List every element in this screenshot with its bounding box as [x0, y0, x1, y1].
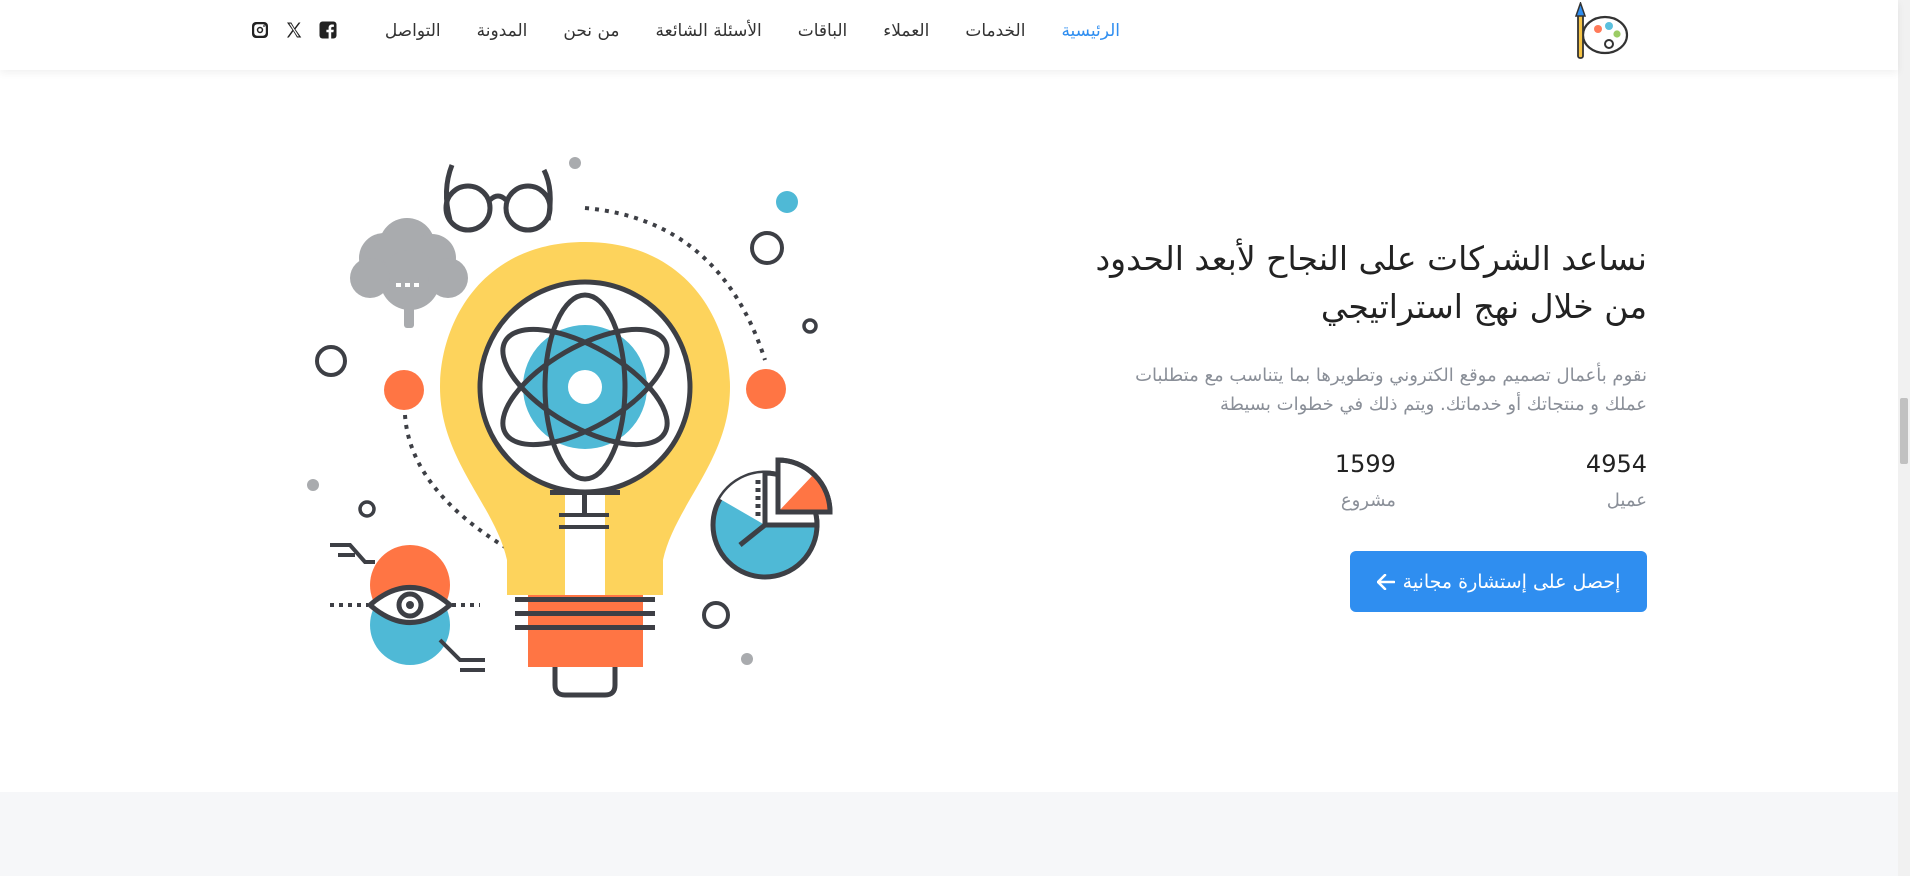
arrow-left-icon	[1376, 573, 1395, 590]
nav-item-faq[interactable]: الأسئلة الشائعة	[638, 21, 780, 41]
hero-title-line2: من خلال نهج استراتيجي	[1320, 287, 1647, 326]
stat-clients-label: عميل	[1606, 490, 1647, 511]
lightbulb-illustration	[300, 150, 840, 700]
site-logo[interactable]	[1565, 0, 1635, 62]
illustration-graphic	[307, 157, 833, 698]
free-consultation-label: إحصل على إستشارة مجانية	[1402, 570, 1621, 593]
stat-projects: 1599 مشروع	[1335, 449, 1396, 513]
stat-projects-label: مشروع	[1340, 490, 1396, 511]
next-section-background	[0, 792, 1898, 876]
nav-item-home[interactable]: الرئيسية	[1043, 21, 1138, 41]
page: الرئيسية الخدمات العملاء الباقات الأسئلة…	[0, 0, 1910, 876]
site-header: الرئيسية الخدمات العملاء الباقات الأسئلة…	[0, 0, 1898, 70]
hero-title: نساعد الشركات على النجاح لأبعد الحدود من…	[1027, 235, 1647, 331]
nav-item-contact[interactable]: التواصل	[367, 21, 459, 41]
social-links	[250, 20, 338, 40]
palette-logo-icon	[1574, 0, 1629, 59]
stat-projects-value: 1599	[1334, 450, 1396, 478]
hero-description: نقوم بأعمال تصميم موقع الكتروني وتطويرها…	[1027, 361, 1647, 419]
facebook-icon[interactable]	[318, 20, 338, 40]
stat-clients: 4954 عميل	[1586, 449, 1647, 513]
hero-title-line1: نساعد الشركات على النجاح لأبعد الحدود	[1095, 239, 1647, 278]
free-consultation-button[interactable]: إحصل على إستشارة مجانية	[1350, 551, 1647, 612]
nav-item-services[interactable]: الخدمات	[947, 21, 1043, 41]
hero-description-line1: نقوم بأعمال تصميم موقع الكتروني وتطويرها…	[1135, 365, 1647, 386]
stats-row: 4954 عميل 1599 مشروع	[1027, 449, 1647, 513]
main-nav: الرئيسية الخدمات العملاء الباقات الأسئلة…	[367, 0, 1138, 62]
x-twitter-icon[interactable]	[284, 20, 304, 40]
nav-item-clients[interactable]: العملاء	[865, 21, 947, 41]
hero-description-line2: عملك و منتجاتك أو خدماتك. ويتم ذلك في خط…	[1220, 394, 1647, 415]
stat-clients-value: 4954	[1585, 450, 1647, 478]
nav-item-about[interactable]: من نحن	[545, 21, 637, 41]
page-scrollbar[interactable]	[1898, 0, 1910, 876]
instagram-icon[interactable]	[250, 20, 270, 40]
hero-section: نساعد الشركات على النجاح لأبعد الحدود من…	[1027, 235, 1647, 612]
nav-item-packages[interactable]: الباقات	[780, 21, 866, 41]
nav-item-blog[interactable]: المدونة	[459, 21, 546, 41]
scrollbar-thumb[interactable]	[1900, 398, 1908, 464]
